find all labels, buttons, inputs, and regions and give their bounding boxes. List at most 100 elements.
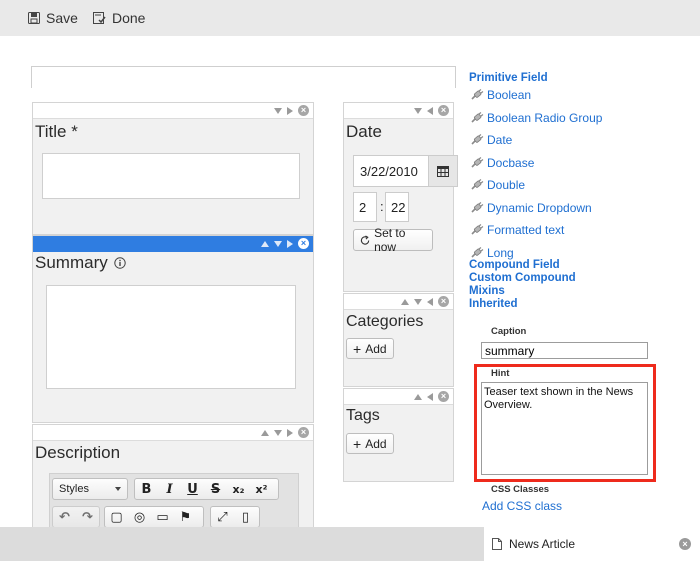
plug-icon [471,202,484,213]
tags-field-panel[interactable]: × Tags + Add [343,388,454,482]
set-to-now-button[interactable]: Set to now [353,226,433,254]
title-input[interactable] [42,153,300,199]
styles-label: Styles [59,483,89,495]
document-icon [492,538,502,550]
undo-icon[interactable]: ↶ [53,510,76,525]
date-field-panel[interactable]: × Date 3/22/2010 2 : 22 Set to now [343,102,458,292]
palette-item[interactable]: Docbase [470,156,534,170]
close-icon[interactable]: × [298,105,309,116]
close-icon[interactable]: × [298,427,309,438]
form-canvas [31,66,456,88]
add-tag-label: Add [365,436,387,451]
custom-compound-heading[interactable]: Custom Compound [469,272,576,284]
add-tag-button[interactable]: + Add [346,433,394,454]
anchor-icon[interactable]: ⚑ [174,510,197,525]
move-down-icon[interactable] [274,429,282,436]
compound-field-heading[interactable]: Compound Field [469,259,560,271]
date-value: 3/22/2010 [360,164,418,179]
panel-header: × [344,389,453,405]
palette-item[interactable]: Formatted text [470,223,564,237]
palette-item[interactable]: Dynamic Dropdown [470,201,592,215]
caption-input[interactable] [481,342,648,359]
categories-field-panel[interactable]: × Categories + Add [343,293,454,387]
time-separator: : [380,199,384,214]
primitive-field-heading[interactable]: Primitive Field [469,72,548,84]
hint-textarea[interactable]: Teaser text shown in the News Overview. [481,382,648,475]
bold-button[interactable]: B [135,482,158,497]
save-button[interactable]: Save [28,9,78,27]
styles-dropdown[interactable]: Styles [52,478,128,500]
summary-input[interactable] [46,285,296,389]
plug-icon [471,224,484,235]
view-button-group: ⤢ ▯ [210,506,260,528]
palette-item-label: Boolean Radio Group [487,111,603,125]
plug-icon [471,112,484,123]
plug-icon [471,157,484,168]
underline-button[interactable]: U [181,482,204,497]
close-icon[interactable]: × [438,105,449,116]
tab-label: News Article [509,537,576,551]
redo-icon[interactable]: ↷ [76,510,99,525]
panel-header: × [33,103,313,119]
close-icon[interactable]: × [438,391,449,402]
plug-icon [471,247,484,258]
summary-field-panel[interactable]: × Summary [32,235,314,423]
move-up-icon[interactable] [261,429,269,436]
move-up-icon[interactable] [414,393,422,400]
source-icon[interactable]: ▯ [234,510,257,525]
move-right-icon[interactable] [287,239,293,248]
panel-header: × [344,103,453,119]
palette-item[interactable]: Boolean Radio Group [470,111,602,125]
insert-button-group: ▢ ◎ ▭ ⚑ [104,506,204,528]
tab-news-article[interactable]: News Article × [484,527,700,561]
toolbar: Save Done [0,0,700,36]
plus-icon: + [353,340,362,357]
close-icon[interactable]: × [679,538,691,550]
calendar-button[interactable] [428,156,457,186]
add-css-class-link[interactable]: Add CSS class [482,499,562,513]
mixins-heading[interactable]: Mixins [469,285,505,297]
date-label: Date [346,122,382,141]
paste-icon[interactable]: ▢ [105,510,128,525]
add-category-button[interactable]: + Add [346,338,394,359]
move-up-icon[interactable] [261,240,269,247]
move-left-icon[interactable] [427,392,433,401]
done-button[interactable]: Done [93,9,145,27]
move-down-icon[interactable] [274,107,282,114]
rich-text-toolbar: Styles B I U S x₂ x² ↶ ↷ ▢ ◎ ▭ ⚑ ⤢ ▯ [49,473,299,529]
palette-item[interactable]: Long [470,246,514,260]
unlink-icon[interactable]: ▭ [151,510,174,525]
plus-icon: + [353,435,362,452]
move-left-icon[interactable] [427,297,433,306]
tags-label: Tags [346,407,380,424]
title-field-panel[interactable]: × Title * [32,102,314,235]
move-down-icon[interactable] [274,240,282,247]
close-icon[interactable]: × [438,296,449,307]
undo-redo-group: ↶ ↷ [52,506,100,528]
hour-input[interactable]: 2 [353,192,377,222]
subscript-button[interactable]: x₂ [227,483,250,496]
minute-input[interactable]: 22 [385,192,409,222]
summary-label-row: Summary [35,253,126,273]
italic-button[interactable]: I [158,482,181,497]
panel-header-selected: × [33,236,313,252]
date-input[interactable]: 3/22/2010 [353,155,458,187]
move-right-icon[interactable] [287,428,293,437]
move-down-icon[interactable] [414,298,422,305]
info-icon[interactable] [114,257,126,269]
move-down-icon[interactable] [414,107,422,114]
inherited-heading[interactable]: Inherited [469,298,518,310]
move-up-icon[interactable] [401,298,409,305]
superscript-button[interactable]: x² [250,483,273,496]
maximize-icon[interactable]: ⤢ [211,510,234,525]
palette-item[interactable]: Date [470,133,512,147]
strike-button[interactable]: S [204,482,227,497]
description-field-panel[interactable]: × Description Styles B I U S x₂ x² ↶ ↷ ▢… [32,424,314,529]
link-icon[interactable]: ◎ [128,510,151,525]
palette-item-label: Boolean [487,88,532,102]
palette-item[interactable]: Double [470,178,525,192]
close-icon[interactable]: × [298,238,309,249]
move-left-icon[interactable] [427,106,433,115]
palette-item[interactable]: Boolean [470,88,531,102]
move-right-icon[interactable] [287,106,293,115]
